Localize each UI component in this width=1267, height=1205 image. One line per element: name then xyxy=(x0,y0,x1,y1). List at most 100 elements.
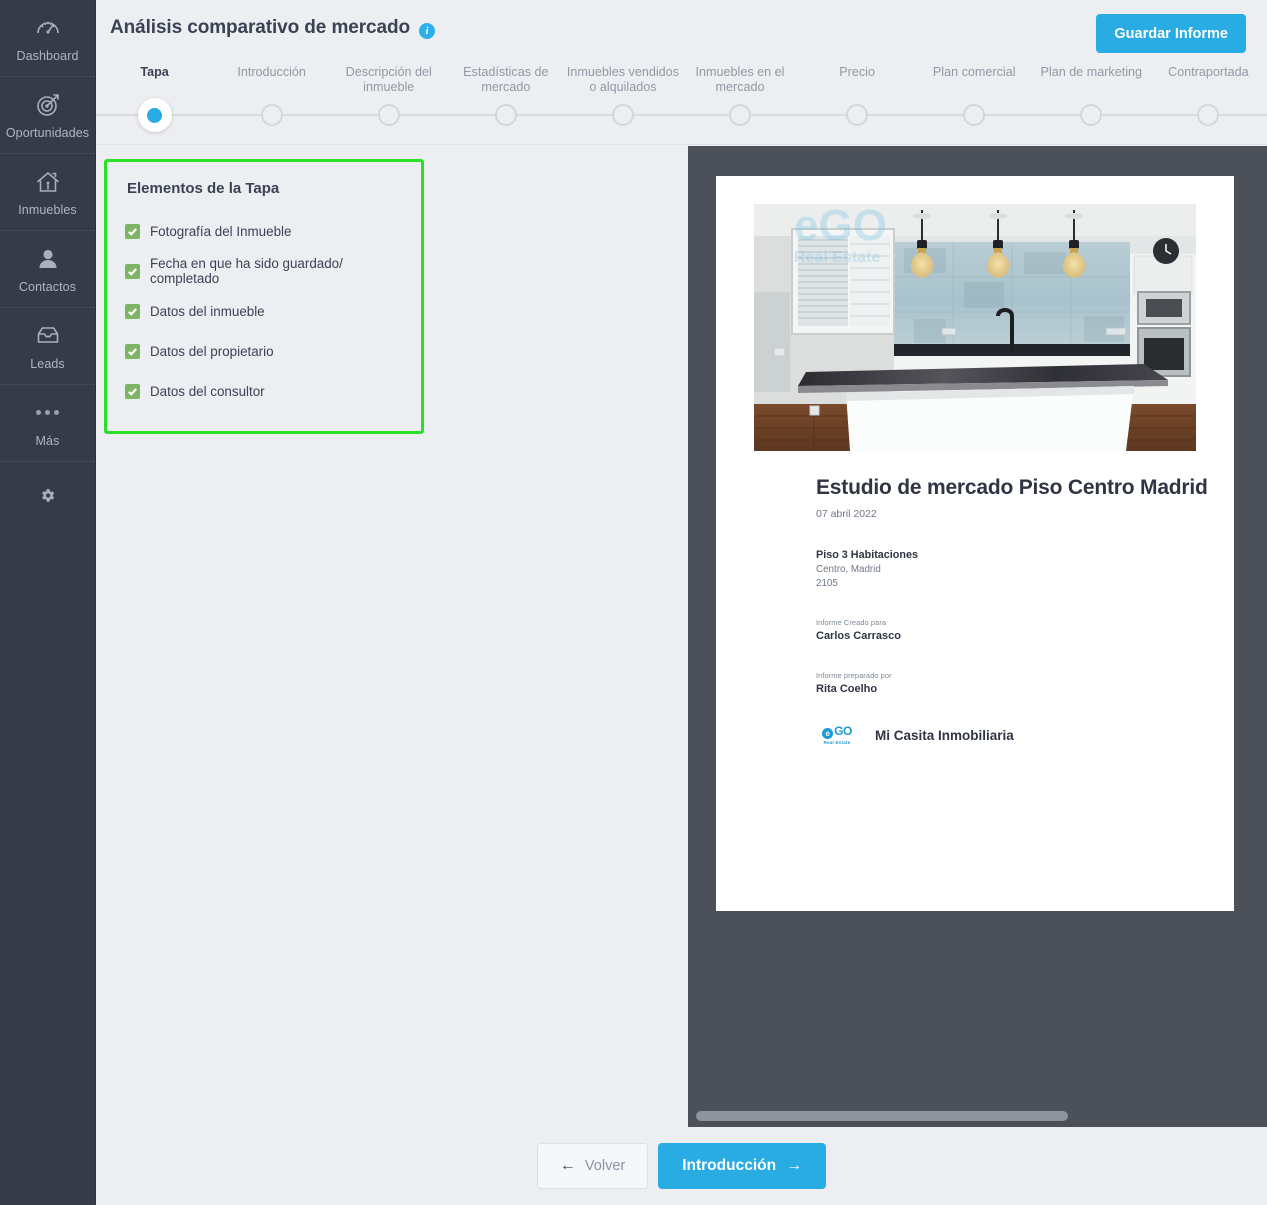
sidebar-item-label: Inmuebles xyxy=(18,202,77,217)
checkbox-row-datos-del-inmueble[interactable]: Datos del inmueble xyxy=(125,291,403,331)
back-button[interactable]: ← Volver xyxy=(536,1143,649,1189)
elementos-de-la-tapa-card: Elementos de la Tapa Fotografía del Inmu… xyxy=(104,159,424,434)
step-precio[interactable]: Precio xyxy=(799,56,916,145)
prepared-by-name: Rita Coelho xyxy=(816,683,878,695)
step-dot xyxy=(137,98,172,132)
person-icon xyxy=(34,245,62,273)
agency-name: Mi Casita Inmobiliaria xyxy=(875,727,1014,743)
checkbox-row-fotografia-del-inmueble[interactable]: Fotografía del Inmueble xyxy=(125,211,403,251)
house-icon xyxy=(34,168,62,196)
step-label: Plan comercial xyxy=(932,65,1016,79)
main-area: Análisis comparativo de mercado i Guardar… xyxy=(96,0,1267,1205)
step-inmuebles-vendidos-o-alquilados[interactable]: Inmuebles vendidos o alquilados xyxy=(564,56,681,145)
property-photo: eGO Real Estate xyxy=(754,204,1196,451)
step-dot xyxy=(377,104,400,126)
step-inmuebles-en-el-mercado[interactable]: Inmuebles en el mercado xyxy=(681,56,798,145)
gear-icon xyxy=(39,487,56,509)
step-dot xyxy=(729,104,752,126)
save-report-button[interactable]: Guardar Informe xyxy=(1096,14,1246,53)
step-tapa[interactable]: Tapa xyxy=(96,56,213,145)
sidebar-item-label: Oportunidades xyxy=(5,125,90,140)
document-preview-pane: eGO Real Estate Estudio de mercado Piso … xyxy=(688,146,1267,1127)
next-button-label: Introducción xyxy=(682,1157,777,1174)
app-root: Dashboard Oportunidades Inmuebles Contac… xyxy=(0,0,1267,1205)
sidebar-item-dashboard[interactable]: Dashboard xyxy=(0,0,95,77)
ellipsis-icon xyxy=(36,399,59,427)
wizard-stepper: Tapa Introducción Descripción del inmueb… xyxy=(96,56,1267,145)
back-button-label: Volver xyxy=(584,1158,626,1174)
main-sidebar: Dashboard Oportunidades Inmuebles Contac… xyxy=(0,0,96,1205)
sidebar-item-label: Contactos xyxy=(18,279,77,294)
sidebar-item-leads[interactable]: Leads xyxy=(0,308,95,385)
target-dart-icon xyxy=(34,91,62,119)
check-icon[interactable] xyxy=(125,263,140,279)
step-label: Estadísticas de mercado xyxy=(463,65,549,94)
sidebar-item-label: Leads xyxy=(30,356,65,371)
report-cover-page: eGO Real Estate Estudio de mercado Piso … xyxy=(716,176,1234,911)
dashboard-gauge-icon xyxy=(34,14,62,42)
info-icon[interactable]: i xyxy=(418,23,435,39)
ego-logo-mark: e xyxy=(822,728,834,739)
step-descripcion-del-inmueble[interactable]: Descripción del inmueble xyxy=(330,56,447,145)
scrollbar-thumb[interactable] xyxy=(696,1111,1068,1121)
checkbox-label: Datos del inmueble xyxy=(150,303,265,319)
check-icon[interactable] xyxy=(125,223,140,239)
kitchen-photo-icon: eGO Real Estate xyxy=(754,204,1196,451)
inbox-tray-icon xyxy=(34,322,62,350)
next-button[interactable]: Introducción → xyxy=(658,1143,827,1189)
step-dot xyxy=(963,104,986,126)
step-label: Contraportada xyxy=(1168,65,1249,79)
checkbox-label: Datos del propietario xyxy=(150,343,274,359)
cover-text-block: Estudio de mercado Piso Centro Madrid 07… xyxy=(816,476,1208,746)
step-dot xyxy=(494,104,517,126)
report-title: Estudio de mercado Piso Centro Madrid xyxy=(816,476,1208,499)
svg-text:Real Estate: Real Estate xyxy=(794,249,880,266)
prepared-by-block: Informe preparado por Rita Coelho xyxy=(816,671,1204,695)
created-for-caption: Informe Creado para xyxy=(816,618,887,627)
agency-block: e GO Real Estate Mi Casita Inmobiliaria xyxy=(816,725,1204,746)
arrow-left-icon: ← xyxy=(559,1157,576,1174)
sidebar-item-label: Dashboard xyxy=(16,48,79,63)
checkbox-row-fecha-guardado-completado[interactable]: Fecha en que ha sido guardado/ completad… xyxy=(125,251,403,291)
sidebar-item-mas[interactable]: Más xyxy=(0,385,95,462)
step-label: Descripción del inmueble xyxy=(345,65,432,94)
checkbox-label: Datos del consultor xyxy=(150,383,265,399)
step-dot xyxy=(846,104,869,126)
sidebar-settings-button[interactable] xyxy=(0,462,95,534)
sidebar-item-inmuebles[interactable]: Inmuebles xyxy=(0,154,95,231)
checkbox-row-datos-del-consultor[interactable]: Datos del consultor xyxy=(125,371,403,411)
checkbox-row-datos-del-propietario[interactable]: Datos del propietario xyxy=(125,331,403,371)
step-label: Tapa xyxy=(140,65,169,79)
step-introduccion[interactable]: Introducción xyxy=(213,56,330,145)
card-title: Elementos de la Tapa xyxy=(127,180,280,197)
property-info-block: Piso 3 Habitaciones Centro, Madrid 2105 xyxy=(816,549,1204,589)
check-icon[interactable] xyxy=(125,303,140,319)
property-location: Centro, Madrid xyxy=(816,564,881,575)
step-plan-comercial[interactable]: Plan comercial xyxy=(916,56,1033,145)
sidebar-item-contactos[interactable]: Contactos xyxy=(0,231,95,308)
prepared-by-caption: Informe preparado por xyxy=(816,671,892,680)
step-label: Plan de marketing xyxy=(1040,65,1143,79)
sidebar-item-label: Más xyxy=(35,433,60,448)
property-reference: 2105 xyxy=(816,578,838,589)
sidebar-item-oportunidades[interactable]: Oportunidades xyxy=(0,77,95,154)
property-title: Piso 3 Habitaciones xyxy=(816,549,919,561)
step-dot xyxy=(1197,104,1220,126)
created-for-block: Informe Creado para Carlos Carrasco xyxy=(816,618,1204,642)
step-dot xyxy=(1080,104,1103,126)
check-icon[interactable] xyxy=(125,383,140,399)
step-label: Inmuebles vendidos o alquilados xyxy=(566,65,679,94)
checkbox-label: Fecha en que ha sido guardado/ completad… xyxy=(150,256,343,286)
step-dot xyxy=(260,104,283,126)
page-title-text: Análisis comparativo de mercado xyxy=(110,17,410,38)
arrow-right-icon: → xyxy=(786,1157,803,1174)
step-estadisticas-de-mercado[interactable]: Estadísticas de mercado xyxy=(447,56,564,145)
check-icon[interactable] xyxy=(125,343,140,359)
wizard-footer: ← Volver Introducción → xyxy=(96,1127,1267,1205)
step-label: Introducción xyxy=(237,65,306,79)
step-plan-de-marketing[interactable]: Plan de marketing xyxy=(1033,56,1150,145)
preview-horizontal-scrollbar[interactable] xyxy=(688,1111,1267,1121)
step-contraportada[interactable]: Contraportada xyxy=(1150,56,1267,145)
page-header: Análisis comparativo de mercado i Guardar… xyxy=(96,0,1267,56)
stepper-steps: Tapa Introducción Descripción del inmueb… xyxy=(96,56,1267,145)
